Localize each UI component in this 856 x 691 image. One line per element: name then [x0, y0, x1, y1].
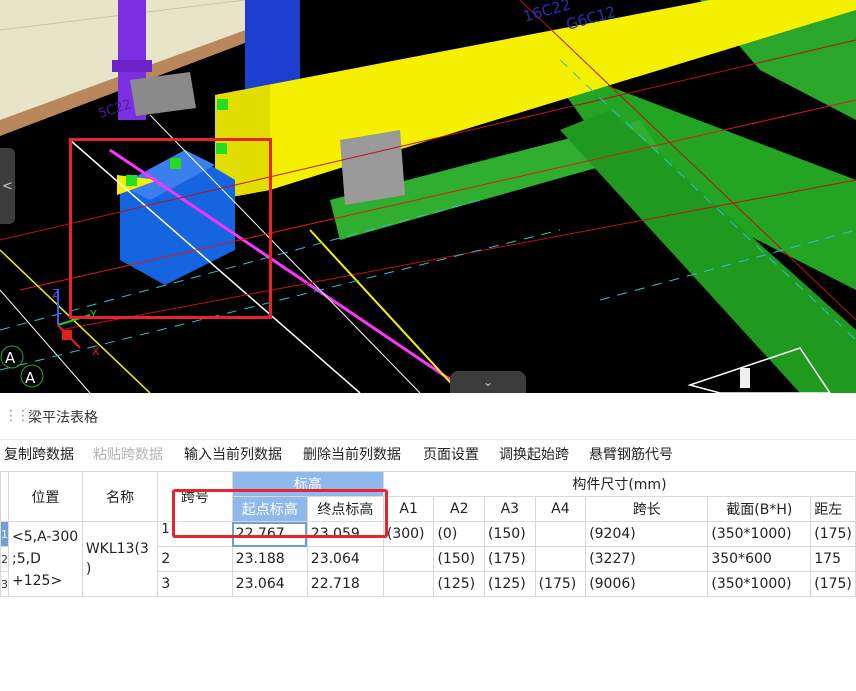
delete-current-column-button[interactable]: 删除当前列数据	[303, 444, 401, 464]
dist-left-cell[interactable]: (175)	[810, 521, 856, 547]
beam-table-panel: ⋮⋮ 梁平法表格 复制跨数据 粘贴跨数据 输入当前列数据 删除当前列数据 页面设…	[0, 393, 856, 691]
toolbar: 复制跨数据 粘贴跨数据 输入当前列数据 删除当前列数据 页面设置 调换起始跨 悬…	[0, 441, 856, 467]
chevron-left-icon: <	[2, 178, 13, 194]
header-dims-group[interactable]: 构件尺寸(mm)	[382, 471, 856, 497]
name-line: )	[85, 561, 92, 577]
panel-title: 梁平法表格	[28, 410, 98, 426]
a4-cell[interactable]	[534, 521, 587, 547]
section-cell[interactable]: 350*600	[707, 546, 812, 572]
swap-start-span-button[interactable]: 调换起始跨	[499, 444, 569, 464]
row-number[interactable]: 1	[0, 521, 9, 547]
panel-header: ⋮⋮ 梁平法表格	[0, 393, 856, 440]
dist-left-cell[interactable]: (175)	[810, 571, 856, 597]
a1-cell[interactable]	[382, 546, 435, 572]
span-length-cell[interactable]: (9006)	[585, 571, 709, 597]
end-elev-cell[interactable]: 22.718	[306, 571, 384, 597]
chevron-down-icon: ⌄	[482, 375, 494, 389]
header-section[interactable]: 截面(B*H)	[707, 496, 812, 522]
position-line: ;5,D	[12, 551, 41, 567]
collapse-bottom-handle[interactable]: ⌄	[450, 371, 526, 393]
start-elev-cell[interactable]: 23.064	[231, 571, 308, 597]
a1-cell[interactable]	[382, 571, 435, 597]
row-number[interactable]: 2	[0, 546, 9, 572]
header-a3[interactable]: A3	[484, 496, 536, 522]
span-cell[interactable]: 2	[157, 546, 233, 572]
page-setup-button[interactable]: 页面设置	[423, 444, 479, 464]
name-cell[interactable]: WKL13(3 )	[81, 521, 159, 597]
grid-axis-label-2: A	[25, 369, 36, 387]
section-cell[interactable]: (350*1000)	[707, 521, 812, 547]
collapse-left-handle[interactable]: <	[0, 148, 15, 224]
span-length-cell[interactable]: (9204)	[585, 521, 709, 547]
name-line: WKL13(3	[85, 541, 149, 557]
grid-axis-label-1: A	[5, 349, 16, 367]
a1-cell[interactable]: (300)	[382, 521, 435, 547]
drag-grip-icon[interactable]: ⋮⋮	[4, 408, 30, 424]
input-current-column-button[interactable]: 输入当前列数据	[184, 444, 282, 464]
header-a2[interactable]: A2	[433, 496, 486, 522]
blue-beam-top	[245, 0, 300, 90]
row-number[interactable]: 3	[0, 571, 9, 597]
3d-viewport[interactable]: Z Y X A A 16C22 G6C12 5C22 < ⌄	[0, 0, 856, 393]
span-cell[interactable]: 3	[157, 571, 233, 597]
header-span-length[interactable]: 跨长	[585, 496, 709, 522]
a4-cell[interactable]: (175)	[534, 571, 587, 597]
a3-cell[interactable]: (175)	[484, 546, 536, 572]
cantilever-rebar-code-button[interactable]: 悬臂钢筋代号	[589, 444, 673, 464]
table-row[interactable]: 1 <5,A-300 ;5,D +125> WKL13(3 ) 1 22.767…	[0, 521, 856, 597]
header-a1[interactable]: A1	[382, 496, 435, 522]
a3-cell[interactable]: (125)	[484, 571, 536, 597]
header-a4[interactable]: A4	[534, 496, 587, 522]
highlight-box-column	[69, 138, 272, 319]
start-elev-cell[interactable]: 23.188	[231, 546, 308, 572]
end-elev-cell[interactable]: 23.064	[306, 546, 384, 572]
copy-span-data-button[interactable]: 复制跨数据	[4, 444, 74, 464]
header-name[interactable]: 名称	[81, 471, 159, 522]
span-length-cell[interactable]: (3227)	[585, 546, 709, 572]
highlight-box-elevation	[172, 489, 388, 538]
a2-cell[interactable]: (125)	[433, 571, 486, 597]
position-line: <5,A-300	[12, 529, 79, 545]
header-dist-left[interactable]: 距左	[810, 496, 856, 522]
section-cell[interactable]: (350*1000)	[707, 571, 812, 597]
beam-table: 位置 名称 跨号 标高 构件尺寸(mm) 起点标高 终点标高 A1 A2 A3 …	[0, 471, 856, 691]
a3-cell[interactable]: (150)	[484, 521, 536, 547]
axis-x-label: X	[92, 345, 100, 358]
a2-cell[interactable]: (0)	[433, 521, 486, 547]
position-line: +125>	[12, 573, 63, 589]
corner-cell	[0, 471, 9, 522]
position-cell[interactable]: <5,A-300 ;5,D +125>	[8, 521, 83, 597]
header-position[interactable]: 位置	[8, 471, 83, 522]
paste-span-data-button[interactable]: 粘贴跨数据	[93, 444, 163, 464]
a4-cell[interactable]	[534, 546, 587, 572]
a2-cell[interactable]: (150)	[433, 546, 486, 572]
dist-left-cell[interactable]: 175	[810, 546, 856, 572]
axis-z-label: Z	[52, 287, 60, 300]
